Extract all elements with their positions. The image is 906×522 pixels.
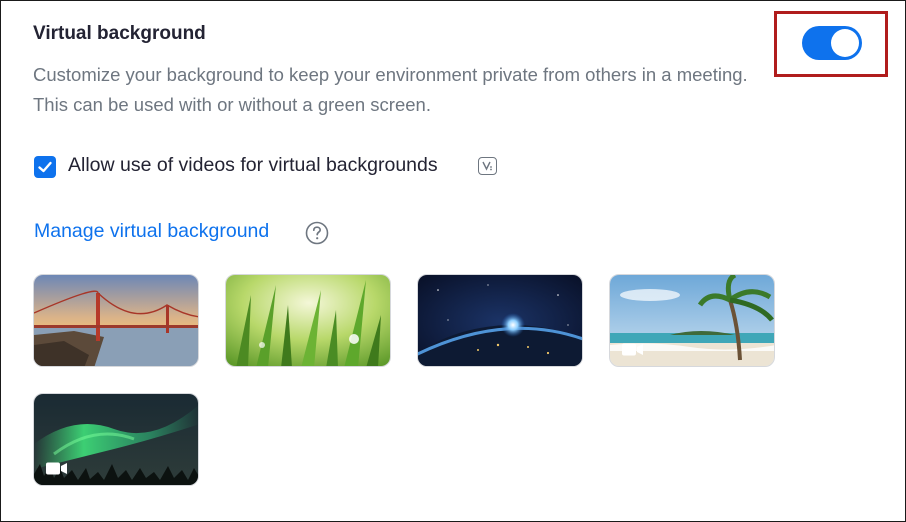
- toggle-knob: [831, 29, 859, 57]
- video-camera-icon: [622, 343, 643, 356]
- checkmark-icon: [38, 161, 52, 173]
- v-badge-icon: [478, 157, 497, 175]
- background-thumbnail-grass[interactable]: [225, 274, 391, 367]
- background-thumbnail-golden-gate[interactable]: [33, 274, 199, 367]
- video-camera-icon: [46, 462, 67, 475]
- question-circle-icon[interactable]: [305, 221, 329, 245]
- allow-videos-label: Allow use of videos for virtual backgrou…: [68, 154, 438, 176]
- background-thumbnail-aurora[interactable]: [33, 393, 199, 486]
- section-description: Customize your background to keep your e…: [33, 64, 748, 115]
- background-thumbnail-beach[interactable]: [609, 274, 775, 367]
- allow-videos-checkbox[interactable]: [34, 156, 56, 178]
- manage-virtual-background-link[interactable]: Manage virtual background: [34, 220, 269, 243]
- section-title: Virtual background: [33, 23, 206, 44]
- virtual-background-toggle[interactable]: [802, 26, 862, 60]
- background-thumbnail-earth[interactable]: [417, 274, 583, 367]
